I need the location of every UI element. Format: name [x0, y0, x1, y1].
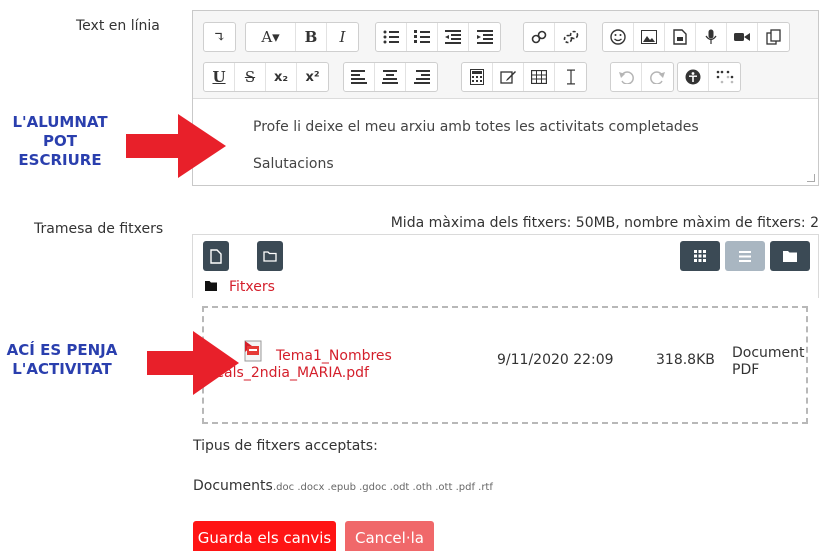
microphone-icon[interactable]: [696, 23, 727, 51]
unlink-icon[interactable]: [555, 23, 586, 51]
file-size: 318.8KB: [656, 352, 715, 368]
annotation-line: L'ALUMNAT: [12, 113, 108, 131]
accepted-group-name: Documents: [193, 478, 273, 494]
braille-icon[interactable]: [709, 63, 740, 91]
underline-button[interactable]: U: [204, 63, 235, 91]
editor-content[interactable]: Profe li deixe el meu arxiu amb totes le…: [193, 99, 818, 185]
pdf-file-icon: [244, 340, 262, 362]
toolbar-group-media: [602, 22, 790, 52]
annotation-write: L'ALUMNAT POT ESCRIURE: [10, 113, 110, 170]
file-limits: Mida màxima dels fitxers: 50MB, nombre m…: [390, 215, 819, 231]
strikethrough-button[interactable]: S: [235, 63, 266, 91]
folder-icon: [783, 251, 797, 262]
align-center-icon[interactable]: [375, 63, 406, 91]
subscript-button[interactable]: x₂: [266, 63, 297, 91]
ordered-list-icon[interactable]: [407, 23, 438, 51]
file-name-line[interactable]: Tema1_Nombres: [276, 348, 392, 365]
font-style-button[interactable]: A▾: [246, 23, 296, 51]
unordered-list-icon[interactable]: [376, 23, 407, 51]
annotation-line: POT: [43, 132, 77, 150]
video-camera-icon[interactable]: [727, 23, 758, 51]
content-line: Salutacions: [253, 156, 334, 172]
accessibility-icon[interactable]: [678, 63, 709, 91]
edit-icon[interactable]: [493, 63, 524, 91]
text-cursor-icon[interactable]: [555, 63, 586, 91]
toolbar-group-format: A▾ B I: [245, 22, 359, 52]
list-icon: [739, 250, 751, 262]
copy-icon[interactable]: [758, 23, 789, 51]
view-icons-button[interactable]: [680, 241, 720, 271]
toolbar-group-collapse: ↴: [203, 22, 236, 52]
new-file-icon: [210, 248, 222, 264]
italic-button[interactable]: I: [327, 23, 358, 51]
view-list-button[interactable]: [725, 241, 765, 271]
file-drop-zone[interactable]: Tema1_Nombres reals_2ndia_MARIA.pdf 9/11…: [202, 306, 808, 424]
annotation-upload: ACÍ ES PENJA L'ACTIVITAT: [2, 341, 122, 379]
redo-icon[interactable]: [642, 63, 673, 91]
toolbar-group-text-style: U S x₂ x²: [203, 62, 329, 92]
content-line: Profe li deixe el meu arxiu amb totes le…: [253, 119, 699, 135]
outdent-icon[interactable]: [438, 23, 469, 51]
annotation-line: ESCRIURE: [18, 151, 102, 169]
indent-icon[interactable]: [469, 23, 500, 51]
annotation-line: L'ACTIVITAT: [12, 360, 112, 378]
file-type-line: Document: [732, 345, 805, 361]
toolbar-group-tools: [461, 62, 587, 92]
toolbar-group-lists: [375, 22, 501, 52]
view-tree-button[interactable]: [770, 241, 810, 271]
text-editor: ↴ A▾ B I U S x₂ x² Profe li deixe el meu…: [192, 10, 819, 186]
red-arrow-icon: [147, 331, 239, 395]
emoji-icon[interactable]: [603, 23, 634, 51]
red-arrow-icon: [126, 114, 226, 178]
online-text-label: Text en línia: [76, 18, 160, 34]
file-manager-toolbar: Fitxers: [192, 234, 819, 298]
superscript-button[interactable]: x²: [297, 63, 328, 91]
breadcrumb-files[interactable]: Fitxers: [229, 279, 275, 295]
annotation-line: ACÍ ES PENJA: [6, 341, 118, 359]
save-button[interactable]: Guarda els canvis: [193, 521, 336, 551]
file-date: 9/11/2020 22:09: [497, 352, 614, 368]
file-type: Document PDF: [732, 345, 805, 379]
link-icon[interactable]: [524, 23, 555, 51]
toolbar-group-history: [610, 62, 674, 92]
image-icon[interactable]: [634, 23, 665, 51]
editor-toolbar: ↴ A▾ B I U S x₂ x²: [193, 11, 818, 99]
resize-handle[interactable]: [807, 174, 815, 182]
calculator-icon[interactable]: [462, 63, 493, 91]
toolbar-group-links: [523, 22, 587, 52]
folder-outline-icon: [263, 251, 277, 262]
toolbar-group-accessibility: [677, 62, 741, 92]
grid-icon: [694, 250, 706, 262]
accepted-extensions: .doc .docx .epub .gdoc .odt .oth .ott .p…: [273, 482, 493, 493]
bold-button[interactable]: B: [296, 23, 327, 51]
collapse-toolbar-button[interactable]: ↴: [204, 23, 235, 51]
toolbar-group-align: [343, 62, 438, 92]
folder-solid-icon: [205, 281, 217, 291]
file-submission-label: Tramesa de fitxers: [34, 221, 164, 237]
accepted-types-heading: Tipus de fitxers acceptats:: [193, 438, 378, 454]
align-left-icon[interactable]: [344, 63, 375, 91]
cancel-button[interactable]: Cancel·la: [345, 521, 434, 551]
add-file-button[interactable]: [203, 241, 229, 271]
table-icon[interactable]: [524, 63, 555, 91]
undo-icon[interactable]: [611, 63, 642, 91]
create-folder-button[interactable]: [257, 241, 283, 271]
media-file-icon[interactable]: [665, 23, 696, 51]
align-right-icon[interactable]: [406, 63, 437, 91]
file-type-line: PDF: [732, 362, 760, 378]
